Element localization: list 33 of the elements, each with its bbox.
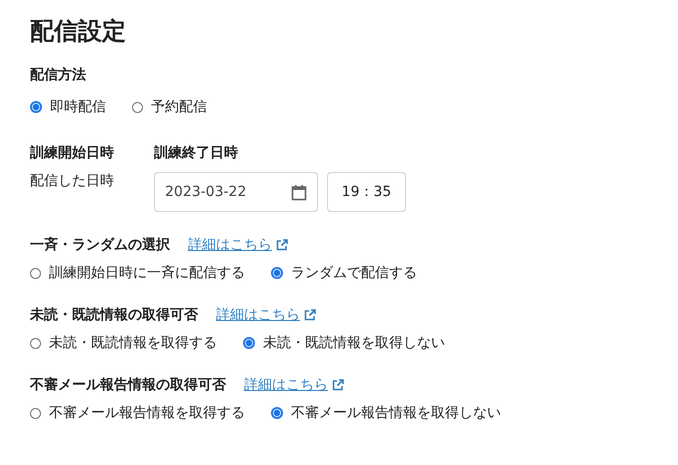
- radio-button[interactable]: [30, 408, 41, 418]
- page-title: 配信設定: [30, 16, 127, 47]
- radio-label: 予約配信: [151, 98, 207, 116]
- section-label: 未読・既読情報の取得可否: [30, 306, 198, 324]
- calendar-icon: [291, 184, 307, 200]
- radio-button[interactable]: [271, 407, 283, 419]
- radio-label: 不審メール報告情報を取得しない: [291, 404, 501, 422]
- details-link[interactable]: 詳細はこちら: [216, 306, 316, 324]
- date-field[interactable]: 2023-03-22: [154, 172, 318, 212]
- external-link-icon: [304, 309, 316, 321]
- radio-label: ランダムで配信する: [291, 264, 417, 282]
- field-label: 訓練終了日時: [154, 144, 239, 162]
- details-link[interactable]: 詳細はこちら: [244, 376, 344, 394]
- radio-label: 即時配信: [50, 98, 106, 116]
- section-label: 配信方法: [30, 66, 87, 84]
- radio-button[interactable]: [243, 337, 255, 349]
- time-field[interactable]: 19：35: [327, 172, 406, 212]
- section-label: 不審メール報告情報の取得可否: [30, 376, 226, 394]
- radio-button[interactable]: [30, 101, 42, 113]
- field-label: 訓練開始日時: [30, 144, 114, 162]
- radio-label: 訓練開始日時に一斉に配信する: [49, 264, 245, 282]
- radio-button[interactable]: [30, 338, 41, 348]
- external-link-icon: [276, 239, 288, 251]
- details-link[interactable]: 詳細はこちら: [188, 236, 288, 254]
- radio-label: 不審メール報告情報を取得する: [49, 404, 245, 422]
- external-link-icon: [332, 379, 344, 391]
- radio-button[interactable]: [30, 268, 41, 278]
- radio-button[interactable]: [132, 102, 143, 112]
- radio-label: 未読・既読情報を取得しない: [263, 334, 445, 352]
- section-label: 一斉・ランダムの選択: [30, 236, 170, 254]
- radio-label: 未読・既読情報を取得する: [49, 334, 217, 352]
- start-value: 配信した日時: [30, 172, 114, 190]
- radio-button[interactable]: [271, 267, 283, 279]
